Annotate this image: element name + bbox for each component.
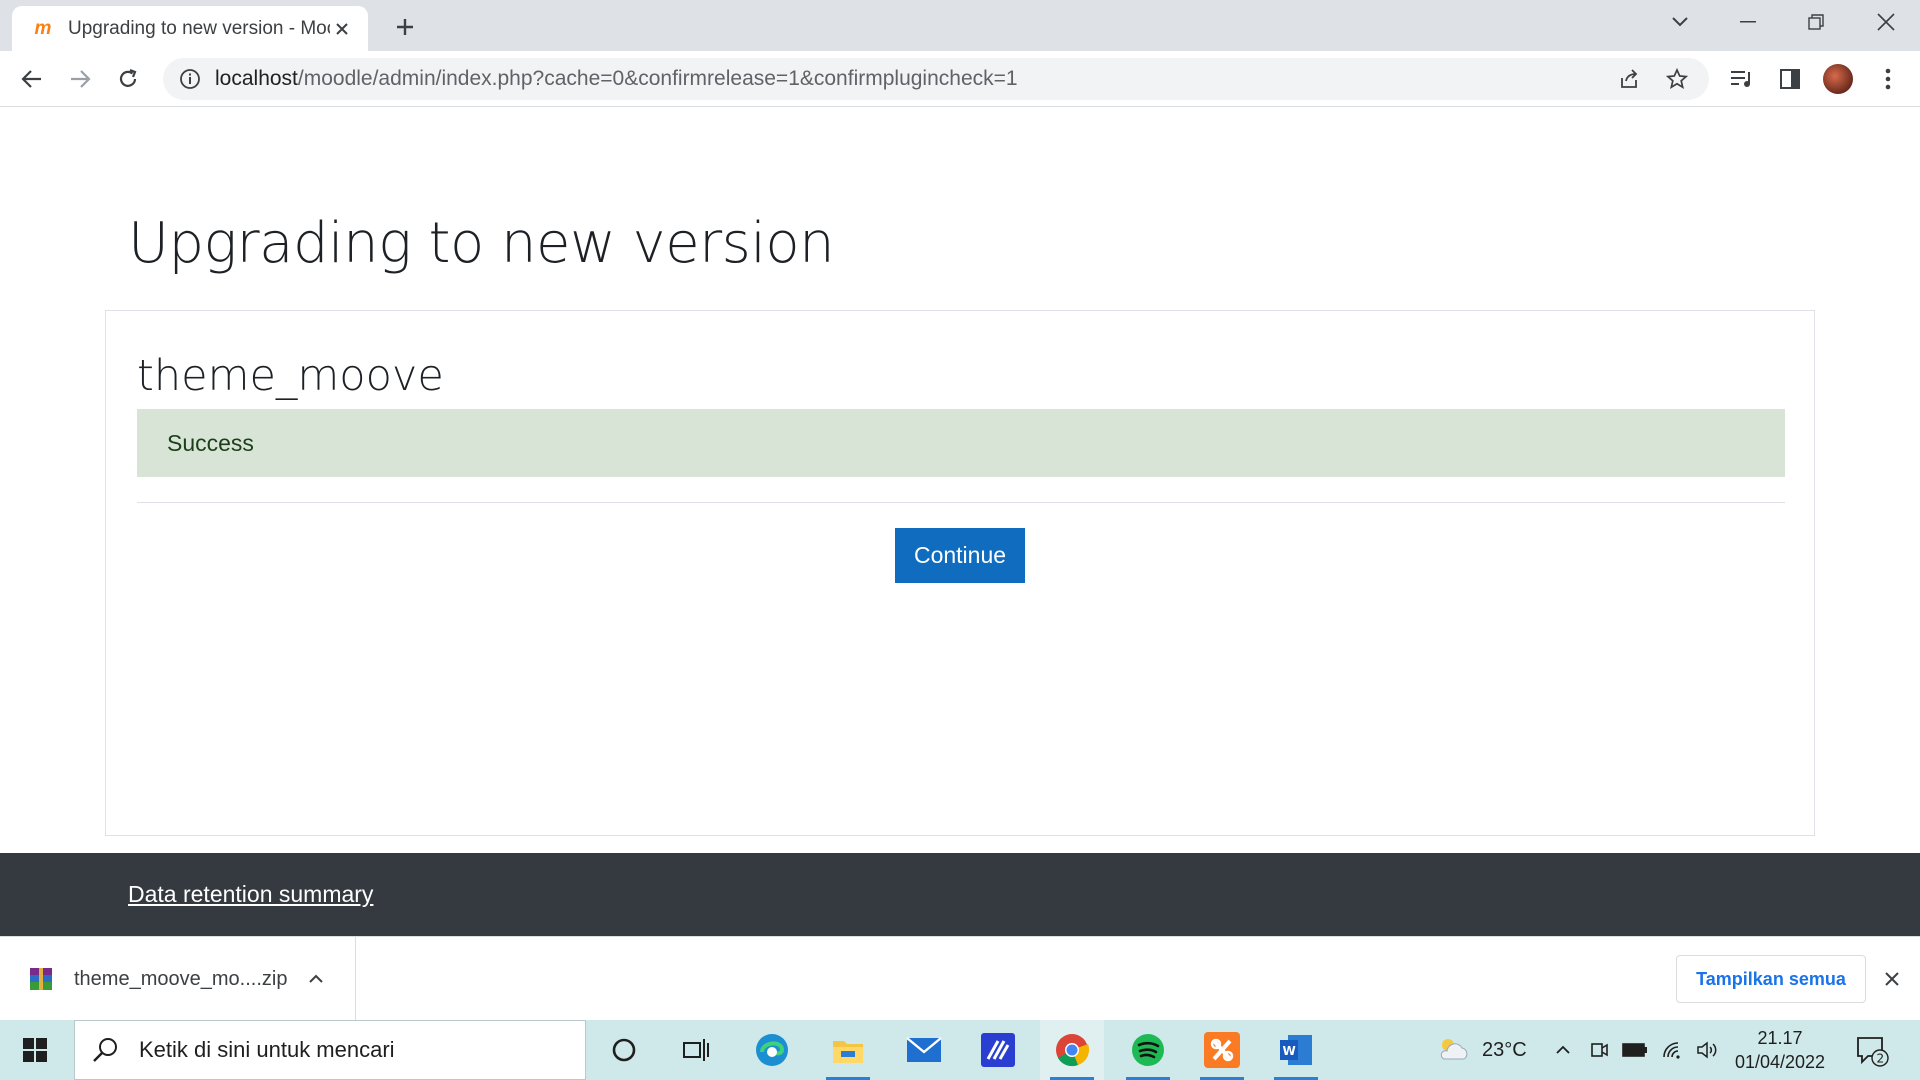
minimize-icon[interactable] (1718, 0, 1778, 44)
cortana-icon[interactable] (592, 1020, 656, 1080)
app-icon-blue[interactable] (966, 1020, 1030, 1080)
taskbar-search-box[interactable]: Ketik di sini untuk mencari (74, 1020, 586, 1080)
tab-close-icon[interactable] (330, 17, 354, 41)
page-content: Upgrading to new version theme_moove Suc… (0, 107, 1920, 853)
url-text[interactable]: localhost/moodle/admin/index.php?cache=0… (215, 67, 1599, 91)
meet-now-icon[interactable] (1584, 1020, 1614, 1080)
notification-count: 2 (1877, 1052, 1885, 1066)
windows-start-icon[interactable] (10, 1028, 60, 1072)
plugin-name-heading: theme_moove (137, 351, 444, 401)
divider (137, 502, 1785, 503)
tab-title: Upgrading to new version - Moo (68, 17, 330, 39)
site-info-icon[interactable] (179, 68, 201, 90)
upgrade-card: theme_moove Success Continue (105, 310, 1815, 836)
task-view-icon[interactable] (664, 1020, 728, 1080)
wifi-icon[interactable] (1658, 1020, 1688, 1080)
close-download-bar-icon[interactable] (1878, 965, 1906, 993)
chrome-menu-icon[interactable] (1870, 61, 1906, 97)
share-icon[interactable] (1611, 61, 1647, 97)
system-tray: 23°C (1436, 1020, 1527, 1080)
new-tab-icon[interactable] (390, 12, 420, 42)
spotify-icon[interactable] (1116, 1020, 1180, 1080)
media-control-icon[interactable] (1724, 61, 1760, 97)
temperature[interactable]: 23°C (1482, 1039, 1527, 1062)
download-file-name: theme_moove_mo....zip (74, 967, 288, 990)
back-icon[interactable] (14, 61, 50, 97)
url-host: localhost (215, 67, 298, 90)
data-retention-summary-link[interactable]: Data retention summary (128, 881, 373, 908)
tab-search-chevron-icon[interactable] (1650, 0, 1710, 44)
search-placeholder: Ketik di sini untuk mencari (139, 1037, 395, 1062)
edge-browser-icon[interactable] (740, 1020, 804, 1080)
file-explorer-icon[interactable] (816, 1020, 880, 1080)
reload-icon[interactable] (110, 61, 146, 97)
show-all-downloads-button[interactable]: Tampilkan semua (1676, 955, 1866, 1003)
browser-tab[interactable]: m Upgrading to new version - Moo (12, 6, 368, 51)
browser-toolbar: localhost/moodle/admin/index.php?cache=0… (0, 51, 1920, 107)
weather-cloud-icon[interactable] (1436, 1035, 1472, 1065)
side-panel-icon[interactable] (1772, 61, 1808, 97)
page-title: Upgrading to new version (128, 211, 835, 276)
chrome-icon[interactable] (1040, 1020, 1104, 1080)
forward-icon[interactable] (62, 61, 98, 97)
xampp-icon[interactable] (1190, 1020, 1254, 1080)
svg-text:W: W (1283, 1044, 1296, 1058)
success-message: Success (167, 429, 254, 456)
clock-time: 21.17 (1757, 1028, 1803, 1048)
continue-button[interactable]: Continue (895, 528, 1025, 583)
close-window-icon[interactable] (1856, 0, 1916, 44)
profile-avatar[interactable] (1820, 61, 1856, 97)
volume-icon[interactable] (1692, 1020, 1722, 1080)
clock-date: 01/04/2022 (1734, 1052, 1826, 1072)
word-icon[interactable]: W (1264, 1020, 1328, 1080)
chevron-up-icon[interactable] (301, 964, 331, 994)
restore-icon[interactable] (1786, 0, 1846, 44)
moodle-favicon-icon: m (34, 17, 52, 39)
battery-icon[interactable] (1620, 1020, 1650, 1080)
bookmark-star-icon[interactable] (1659, 61, 1695, 97)
mail-icon[interactable] (892, 1020, 956, 1080)
clock[interactable]: 21.17 01/04/2022 (1720, 1026, 1840, 1074)
page-footer: Data retention summary (0, 853, 1920, 936)
show-hidden-icons-icon[interactable] (1548, 1020, 1578, 1080)
search-icon (93, 1038, 117, 1062)
address-bar[interactable]: localhost/moodle/admin/index.php?cache=0… (163, 58, 1709, 100)
download-bar: theme_moove_mo....zip Tampilkan semua (0, 936, 1920, 1021)
tab-strip: m Upgrading to new version - Moo (0, 0, 1920, 51)
download-item[interactable]: theme_moove_mo....zip (0, 937, 356, 1021)
url-path: /moodle/admin/index.php?cache=0&confirmr… (297, 67, 1018, 90)
notification-center-icon[interactable]: 2 (1854, 1032, 1890, 1068)
zip-archive-icon (30, 968, 52, 990)
taskbar: Ketik di sini untuk mencari W 23°C 21.17… (0, 1020, 1920, 1080)
success-notification: Success (137, 409, 1785, 477)
